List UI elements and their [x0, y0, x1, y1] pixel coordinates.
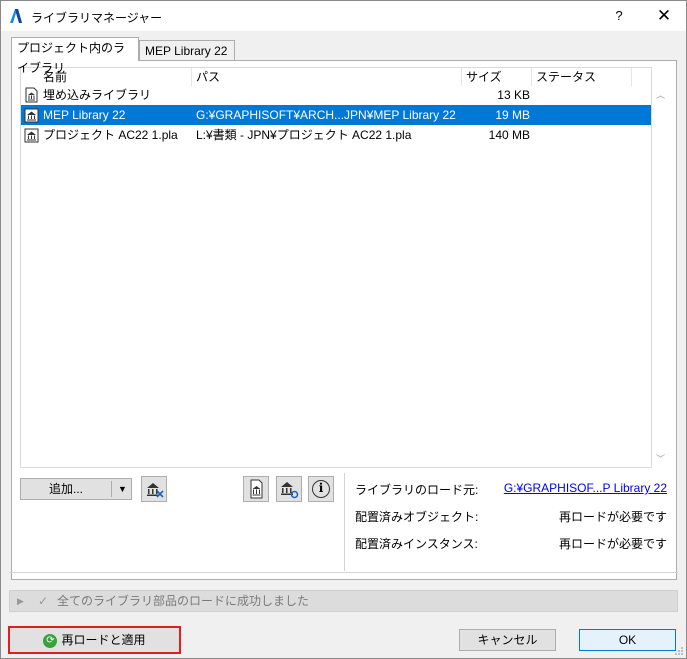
linked-library-icon — [24, 108, 39, 123]
tab-project-libraries[interactable]: プロジェクト内のライブラリ — [11, 37, 139, 75]
row-size: 140 MB — [488, 128, 530, 142]
embedded-library-icon — [250, 479, 263, 499]
library-info-button[interactable]: i — [308, 476, 334, 502]
reload-icon: ⟳ — [43, 633, 58, 648]
placed-instances-label: 配置済みインスタンス: — [355, 537, 478, 551]
add-button[interactable]: 追加... ▼ — [20, 478, 132, 500]
row-path: L:¥書類 - JPN¥プロジェクト AC22 1.pla — [196, 128, 412, 142]
column-header-path[interactable]: パス — [192, 68, 462, 86]
load-source-label: ライブラリのロード元: — [355, 483, 479, 497]
reload-button-label: 再ロードと適用 — [61, 633, 146, 647]
add-button-label: 追加... — [48, 482, 83, 496]
checkmark-icon: ✓ — [38, 594, 49, 608]
help-button[interactable]: ? — [605, 5, 633, 27]
tab-mep-library[interactable]: MEP Library 22 — [139, 40, 235, 61]
placed-objects-label: 配置済みオブジェクト: — [355, 510, 479, 524]
linked-library-icon — [24, 128, 39, 143]
cancel-button[interactable]: キャンセル — [459, 629, 556, 651]
window-title: ライブラリマネージャー — [31, 11, 163, 25]
ok-button[interactable]: OK — [579, 629, 676, 651]
row-size: 13 KB — [497, 88, 530, 102]
add-dropdown-arrow-icon[interactable]: ▼ — [118, 479, 127, 499]
chevron-right-icon[interactable]: ▶ — [17, 591, 24, 611]
library-list[interactable]: 名前 パス サイズ ステータス 埋め込みライブラリ 13 KB MEP Libr… — [20, 67, 652, 468]
info-icon: i — [312, 480, 330, 498]
row-path: G:¥GRAPHISOFT¥ARCH...JPN¥MEP Library 22 — [196, 108, 456, 122]
row-size: 19 MB — [495, 108, 530, 122]
column-header-size[interactable]: サイズ — [462, 68, 532, 86]
tab-panel: 名前 パス サイズ ステータス 埋め込みライブラリ 13 KB MEP Libr… — [11, 60, 677, 580]
vertical-divider — [344, 473, 345, 571]
split-divider — [111, 481, 112, 497]
status-message: 全てのライブラリ部品のロードに成功しました — [57, 594, 310, 608]
embedded-library-icon — [25, 87, 38, 103]
horizontal-divider — [9, 572, 678, 573]
scroll-up-arrow-icon[interactable]: ︿ — [652, 87, 669, 104]
column-header-status[interactable]: ステータス — [532, 68, 632, 86]
embedded-library-button[interactable] — [243, 476, 269, 502]
reload-and-apply-button[interactable]: ⟳ 再ロードと適用 — [8, 626, 181, 654]
list-scrollbar[interactable]: ︿ ﹀ — [652, 67, 669, 468]
library-manager-dialog: ライブラリマネージャー ? ✕ プロジェクト内のライブラリ MEP Librar… — [0, 0, 687, 659]
row-name: 埋め込みライブラリ — [43, 88, 152, 102]
list-item-embedded-library[interactable]: 埋め込みライブラリ 13 KB — [21, 85, 651, 105]
placed-objects-value: 再ロードが必要です — [558, 510, 667, 524]
library-gear-icon — [281, 482, 299, 499]
row-name: MEP Library 22 — [43, 108, 126, 122]
close-button[interactable]: ✕ — [649, 5, 679, 27]
load-source-link[interactable]: G:¥GRAPHISOF...P Library 22 — [504, 481, 667, 495]
remove-library-button[interactable] — [141, 476, 167, 502]
library-settings-button[interactable] — [276, 476, 302, 502]
title-bar: ライブラリマネージャー ? ✕ — [1, 1, 686, 31]
placed-instances-value: 再ロードが必要です — [558, 537, 667, 551]
list-item-mep-library[interactable]: MEP Library 22 G:¥GRAPHISOFT¥ARCH...JPN¥… — [21, 105, 651, 125]
list-item-project-pla[interactable]: プロジェクト AC22 1.pla L:¥書類 - JPN¥プロジェクト AC2… — [21, 125, 651, 145]
status-bar[interactable]: ▶ ✓ 全てのライブラリ部品のロードに成功しました — [9, 590, 678, 612]
row-name: プロジェクト AC22 1.pla — [43, 128, 178, 142]
resize-grip-icon[interactable] — [674, 646, 684, 656]
remove-library-icon — [147, 483, 164, 498]
archicad-app-icon — [10, 9, 22, 23]
scroll-down-arrow-icon[interactable]: ﹀ — [652, 451, 669, 468]
